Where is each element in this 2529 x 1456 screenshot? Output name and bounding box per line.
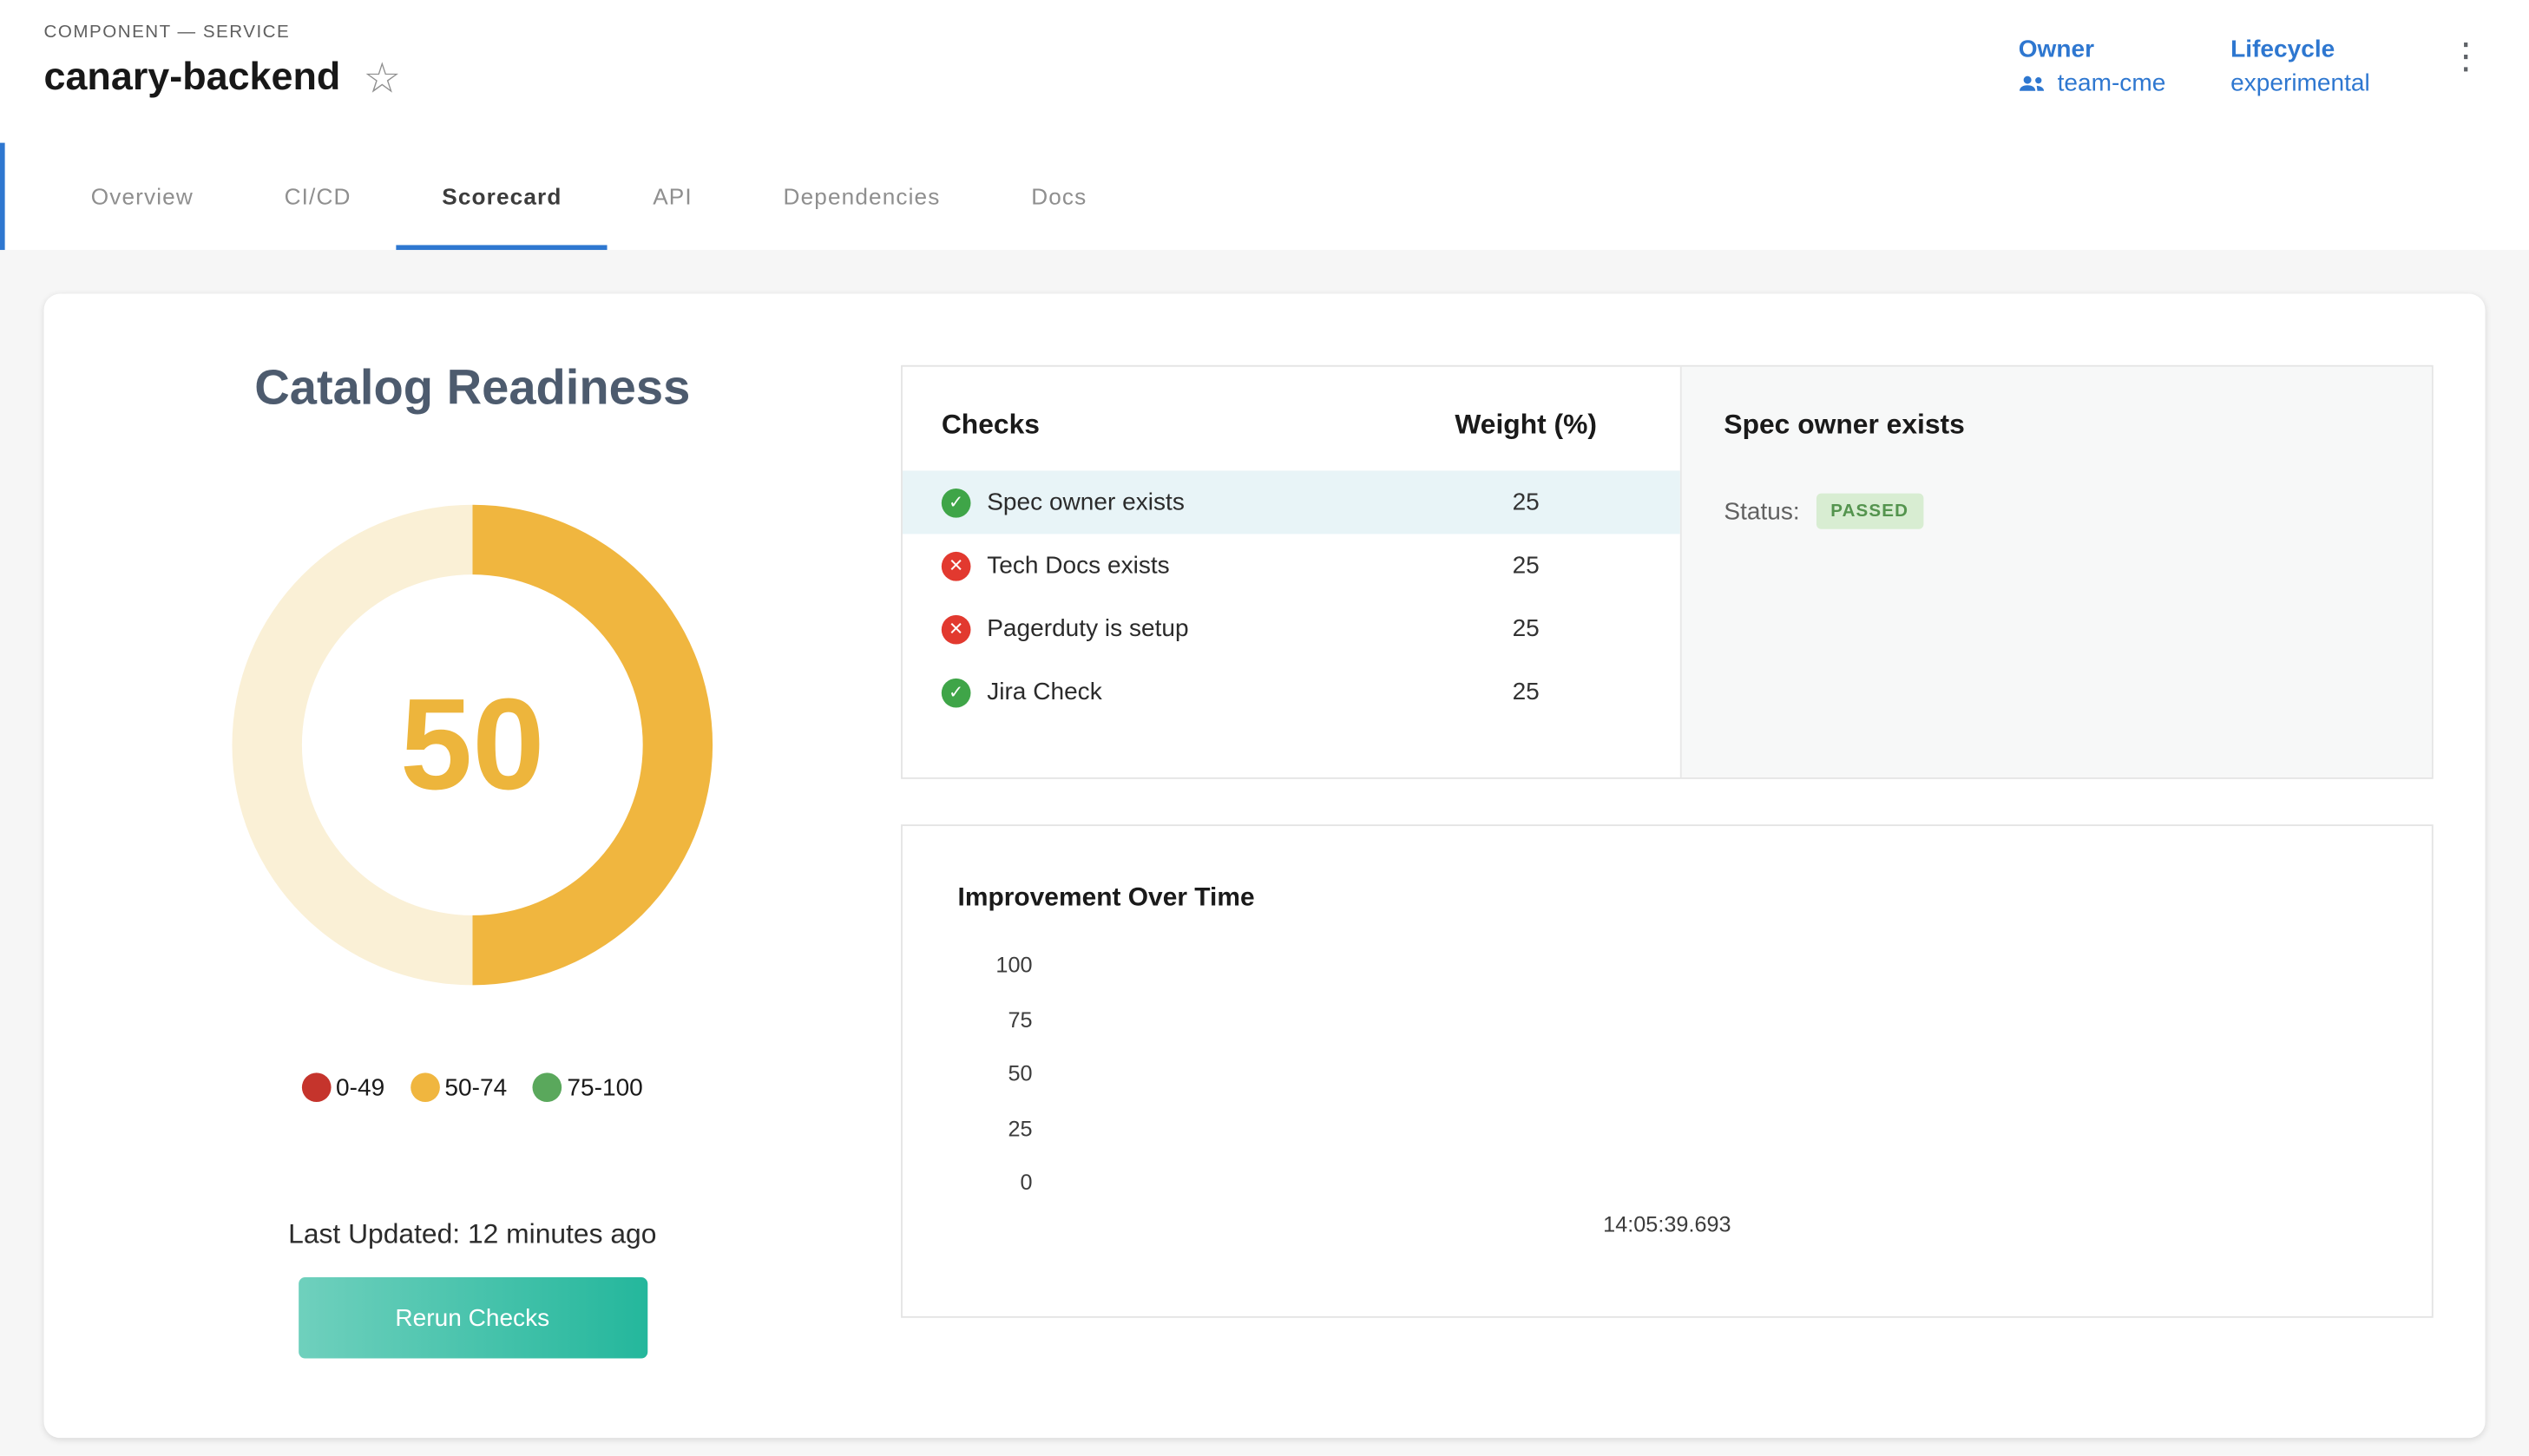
owner-link[interactable]: team-cme	[2019, 69, 2166, 97]
check-weight: 25	[1404, 615, 1648, 643]
check-row-pagerduty[interactable]: Pagerduty is setup 25	[903, 597, 1680, 660]
check-failed-icon	[942, 551, 971, 580]
legend-label: 75-100	[567, 1073, 642, 1101]
entity-meta: Owner team-cme	[2019, 23, 2497, 97]
scorecard-details: Checks Weight (%) Spec owner exists 25 T…	[901, 294, 2486, 1439]
status-label: Status:	[1724, 497, 1799, 525]
check-name: Pagerduty is setup	[987, 615, 1404, 643]
team-icon	[2019, 73, 2048, 94]
legend-dot-yellow	[411, 1072, 440, 1102]
check-failed-icon	[942, 614, 971, 644]
improvement-chart-panel: Improvement Over Time 100 75 50 25 0	[901, 824, 2434, 1318]
check-weight: 25	[1404, 489, 1648, 516]
legend-item-mid: 50-74	[411, 1072, 507, 1102]
readiness-score: 50	[400, 680, 544, 810]
page-header: COMPONENT — SERVICE canary-backend ☆ Own…	[0, 0, 2529, 143]
tab-scorecard[interactable]: Scorecard	[397, 143, 608, 250]
legend-dot-red	[302, 1072, 332, 1102]
weight-column-header: Weight (%)	[1404, 409, 1648, 441]
last-updated-text: Last Updated: 12 minutes ago	[288, 1219, 656, 1251]
y-tick: 75	[958, 1007, 1033, 1062]
rerun-checks-button[interactable]: Rerun Checks	[298, 1277, 647, 1359]
scorecard-title: Catalog Readiness	[254, 365, 690, 414]
check-weight: 25	[1404, 679, 1648, 706]
checks-table: Checks Weight (%) Spec owner exists 25 T…	[903, 367, 1680, 777]
check-name: Jira Check	[987, 679, 1404, 706]
legend-label: 0-49	[336, 1073, 384, 1101]
checks-panel: Checks Weight (%) Spec owner exists 25 T…	[901, 365, 2434, 779]
chart-body: 100 75 50 25 0	[958, 953, 2377, 1224]
legend-label: 50-74	[444, 1073, 507, 1101]
readiness-donut: 50	[232, 505, 713, 986]
readiness-summary: Catalog Readiness 50 0-49 50-7	[44, 294, 902, 1439]
chart-y-axis: 100 75 50 25 0	[958, 953, 1033, 1224]
entity-tabs: Overview CI/CD Scorecard API Dependencie…	[0, 143, 2529, 250]
check-name: Tech Docs exists	[987, 552, 1404, 580]
favorite-star-icon[interactable]: ☆	[364, 56, 402, 99]
y-tick: 50	[958, 1061, 1033, 1116]
y-tick: 100	[958, 953, 1033, 1007]
scorecard-card: Catalog Readiness 50 0-49 50-7	[44, 294, 2486, 1439]
donut-hole: 50	[302, 574, 643, 915]
y-tick: 25	[958, 1116, 1033, 1171]
score-legend: 0-49 50-74 75-100	[302, 1072, 643, 1102]
tab-docs[interactable]: Docs	[986, 143, 1133, 250]
check-row-jira[interactable]: Jira Check 25	[903, 660, 1680, 724]
entity-heading: COMPONENT — SERVICE canary-backend ☆	[44, 23, 402, 99]
entity-kind-breadcrumb: COMPONENT — SERVICE	[44, 23, 402, 42]
page-title: canary-backend	[44, 58, 341, 97]
chart-plot-area	[1033, 953, 2377, 1224]
check-status-row: Status: PASSED	[1724, 494, 2389, 529]
legend-item-low: 0-49	[302, 1072, 384, 1102]
check-detail-panel: Spec owner exists Status: PASSED	[1680, 367, 2432, 777]
lifecycle-value-text: experimental	[2230, 69, 2370, 97]
tab-overview[interactable]: Overview	[45, 143, 239, 250]
check-name: Spec owner exists	[987, 489, 1404, 516]
checks-column-header: Checks	[942, 409, 1040, 441]
legend-dot-green	[533, 1072, 562, 1102]
owner-value: team-cme	[2058, 69, 2166, 97]
tab-api[interactable]: API	[608, 143, 738, 250]
lifecycle-value: experimental	[2230, 69, 2370, 97]
tab-cicd[interactable]: CI/CD	[239, 143, 397, 250]
status-badge: PASSED	[1816, 494, 1923, 529]
owner-label[interactable]: Owner	[2019, 36, 2166, 63]
screen: COMPONENT — SERVICE canary-backend ☆ Own…	[0, 0, 2529, 1456]
y-tick: 0	[958, 1171, 1033, 1225]
more-options-icon[interactable]: ⋮	[2435, 36, 2497, 78]
tab-dependencies[interactable]: Dependencies	[738, 143, 986, 250]
lifecycle-block: Lifecycle experimental	[2230, 36, 2370, 97]
check-row-spec-owner[interactable]: Spec owner exists 25	[903, 470, 1680, 534]
legend-item-high: 75-100	[533, 1072, 643, 1102]
owner-block: Owner team-cme	[2019, 36, 2166, 97]
check-passed-icon	[942, 488, 971, 517]
chart-title: Improvement Over Time	[958, 884, 2377, 914]
check-passed-icon	[942, 678, 971, 707]
check-detail-title: Spec owner exists	[1724, 409, 2389, 441]
content-area: Catalog Readiness 50 0-49 50-7	[0, 250, 2529, 1456]
x-tick: 14:05:39.693	[1603, 1211, 1731, 1236]
checks-table-header: Checks Weight (%)	[903, 409, 1680, 470]
lifecycle-label[interactable]: Lifecycle	[2230, 36, 2370, 63]
check-weight: 25	[1404, 552, 1648, 580]
check-row-tech-docs[interactable]: Tech Docs exists 25	[903, 534, 1680, 597]
